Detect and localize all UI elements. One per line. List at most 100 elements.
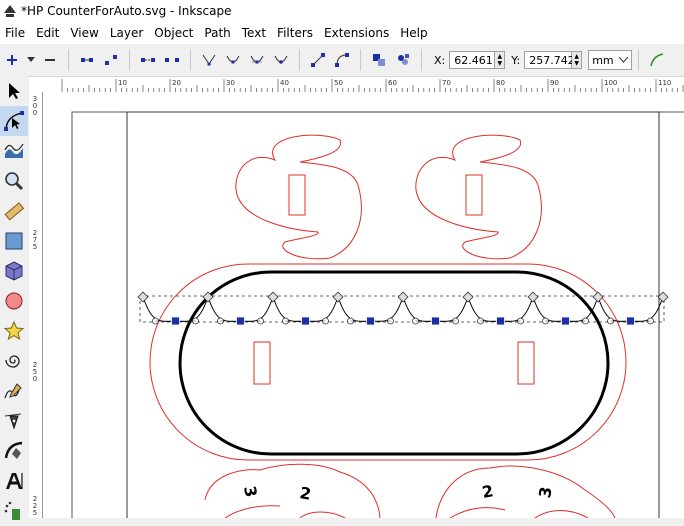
pencil-tool[interactable] <box>0 376 28 406</box>
path-node-handle[interactable] <box>332 291 344 303</box>
selected-node[interactable] <box>626 316 635 326</box>
toolbar-separator <box>638 49 640 71</box>
node-tool[interactable] <box>0 106 28 136</box>
gear-counter-left[interactable] <box>204 463 381 518</box>
menu-filters[interactable]: Filters <box>272 26 319 40</box>
ruler-label: 100 <box>604 79 617 87</box>
pen-tool[interactable] <box>0 406 28 436</box>
calligraphy-tool[interactable] <box>0 436 28 466</box>
segment-to-line-button[interactable] <box>307 49 329 71</box>
object-to-path-icon <box>373 54 385 66</box>
spin-down-icon[interactable]: ▼ <box>497 60 502 67</box>
y-coordinate-input[interactable]: 257.742 <box>524 51 575 69</box>
canvas-drawing[interactable]: 3 2 2 3 <box>43 92 684 518</box>
cusp-node-button[interactable] <box>198 49 220 71</box>
selector-tool[interactable] <box>0 76 28 106</box>
path-node-handle[interactable] <box>462 291 474 303</box>
tweak-tool[interactable] <box>0 136 28 166</box>
selected-node[interactable] <box>236 316 245 326</box>
node-edit-icon <box>4 111 24 131</box>
path-node-handle[interactable] <box>267 291 279 303</box>
counter-piece-left[interactable] <box>235 134 362 260</box>
toolbar-separator <box>190 49 191 71</box>
break-path-button[interactable] <box>100 49 122 71</box>
insert-node-button[interactable] <box>1 49 23 71</box>
rect-tool[interactable] <box>0 226 28 256</box>
join-segment-button[interactable] <box>137 49 159 71</box>
object-to-path-button[interactable] <box>368 49 390 71</box>
chevron-down-icon <box>27 57 35 62</box>
x-coordinate-spinner[interactable]: ▲ ▼ <box>495 51 506 69</box>
3dbox-tool[interactable] <box>0 256 28 286</box>
auto-smooth-node-icon <box>274 55 288 64</box>
stroke-to-path-button[interactable] <box>392 49 414 71</box>
zoom-tool[interactable] <box>0 166 28 196</box>
measure-tool[interactable] <box>0 196 28 226</box>
auto-smooth-node-button[interactable] <box>270 49 292 71</box>
page-border-outer <box>71 111 684 518</box>
page-border-inner <box>126 111 660 518</box>
ruler-label: 50 <box>334 79 343 87</box>
path-node-handle[interactable] <box>527 291 539 303</box>
smooth-node-button[interactable] <box>222 49 244 71</box>
counter-piece-right[interactable] <box>415 134 542 260</box>
star-tool[interactable] <box>0 316 28 346</box>
gear-counter-right[interactable] <box>435 465 616 518</box>
drawing-canvas[interactable]: 3 2 2 3 <box>43 92 684 518</box>
join-nodes-button[interactable] <box>76 49 98 71</box>
stadium-cut-outline[interactable] <box>149 263 627 461</box>
stadium-track-path[interactable] <box>178 270 610 456</box>
menu-view[interactable]: View <box>65 26 104 40</box>
horizontal-ruler[interactable]: 10 20 30 40 50 60 70 80 90 100 110 <box>43 77 684 93</box>
calligraphy-icon <box>4 441 23 459</box>
selected-node[interactable] <box>366 316 375 326</box>
ellipse-tool[interactable] <box>0 286 28 316</box>
selected-node[interactable] <box>561 316 570 326</box>
selected-node[interactable] <box>496 316 505 326</box>
show-path-outline-button[interactable] <box>646 49 668 71</box>
ruler-label: 20 <box>172 79 181 87</box>
path-node-handle[interactable] <box>137 291 149 303</box>
symmetric-node-button[interactable] <box>246 49 268 71</box>
ruler-label: 70 <box>442 79 451 87</box>
tweak-wave-icon <box>4 143 24 158</box>
gear-right-digit-1: 2 <box>481 481 495 502</box>
gear-left-digit-2: 2 <box>298 483 312 504</box>
text-tool[interactable] <box>0 466 28 496</box>
path-node-handle[interactable] <box>592 291 604 303</box>
menu-layer[interactable]: Layer <box>105 26 149 40</box>
measure-ruler-icon <box>4 202 25 221</box>
insert-node-dropdown[interactable] <box>25 49 37 71</box>
menu-file[interactable]: File <box>0 26 31 40</box>
path-node-handle[interactable] <box>657 291 669 303</box>
menu-object[interactable]: Object <box>149 26 199 40</box>
join-nodes-icon <box>81 58 93 62</box>
menu-edit[interactable]: Edit <box>31 26 65 40</box>
segment-to-curve-button[interactable] <box>331 49 353 71</box>
spiral-tool[interactable] <box>0 346 28 376</box>
x-coordinate-input[interactable]: 62.461 <box>449 51 496 69</box>
spin-up-icon[interactable]: ▲ <box>574 53 579 60</box>
insert-node-icon <box>7 55 17 65</box>
spin-up-icon[interactable]: ▲ <box>497 53 502 60</box>
delete-segment-icon <box>165 58 179 62</box>
stadium-slot-right <box>517 341 535 385</box>
vertical-ruler[interactable]: 300 275 250 225 <box>29 92 43 518</box>
menu-extensions[interactable]: Extensions <box>319 26 395 40</box>
selected-node[interactable] <box>301 316 310 326</box>
y-coordinate-spinner[interactable]: ▲ ▼ <box>572 51 583 69</box>
path-node-handle[interactable] <box>397 291 409 303</box>
delete-segment-button[interactable] <box>161 49 183 71</box>
delete-node-button[interactable] <box>39 49 61 71</box>
menu-text[interactable]: Text <box>237 26 272 40</box>
unit-select[interactable]: mm <box>588 50 633 70</box>
menu-help[interactable]: Help <box>395 26 433 40</box>
selected-node[interactable] <box>171 316 180 326</box>
spin-down-icon[interactable]: ▼ <box>574 60 579 67</box>
zoom-magnifier-icon <box>5 172 24 191</box>
selected-node[interactable] <box>431 316 440 326</box>
menu-path[interactable]: Path <box>199 26 236 40</box>
window-title: *HP CounterForAuto.svg - Inkscape <box>21 4 232 18</box>
spray-tool[interactable] <box>0 496 28 526</box>
segment-line-icon <box>311 53 325 67</box>
